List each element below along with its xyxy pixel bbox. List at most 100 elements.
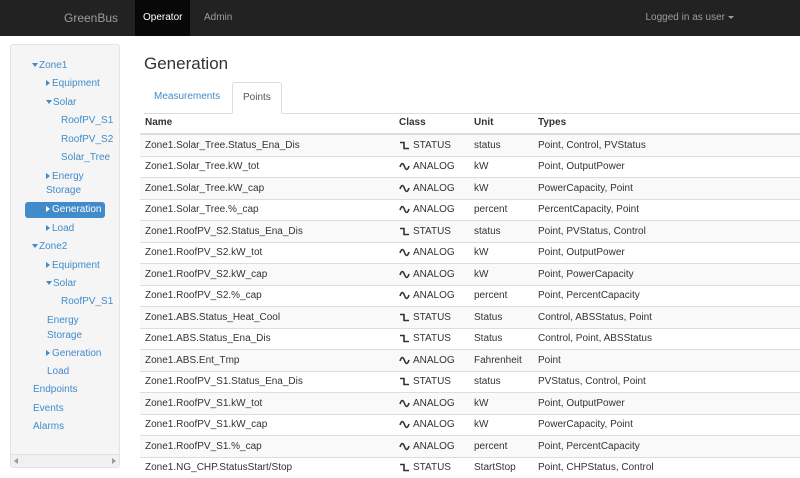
tree-item-load-zone2[interactable]: Load xyxy=(47,366,69,378)
caret-right-icon xyxy=(46,206,50,213)
tree-item-roofpv-s1[interactable]: RoofPV_S1 xyxy=(61,115,113,127)
table-row[interactable]: Zone1.RoofPV_S2.kW_tot ANALOG kW Point, Out… xyxy=(140,241,800,264)
cell-types: Point, OutputPower xyxy=(533,155,800,178)
cell-unit: kW xyxy=(469,392,533,414)
scroll-left-icon[interactable] xyxy=(14,458,18,464)
scroll-right-icon[interactable] xyxy=(112,458,116,464)
table-row[interactable]: Zone1.RoofPV_S1.Status_Ena_Dis STATUS stat… xyxy=(140,370,800,393)
tree-item-generation-zone2[interactable]: Generation xyxy=(46,348,101,360)
cell-class-label: ANALOG xyxy=(413,268,455,280)
table-row[interactable]: Zone1.ABS.Ent_Tmp ANALOG Fahrenheit Point xyxy=(140,349,800,371)
tree-item-zone2[interactable]: Zone2 xyxy=(32,241,67,253)
tree-item-solar-zone2[interactable]: Solar xyxy=(46,278,76,290)
caret-right-icon xyxy=(46,173,50,180)
status-step-icon xyxy=(399,227,410,236)
cell-unit: status xyxy=(469,133,533,156)
sidebar-horizontal-scrollbar[interactable] xyxy=(11,454,119,467)
cell-types: Point, PercentCapacity xyxy=(533,435,800,457)
tree-item-events[interactable]: Events xyxy=(33,403,64,415)
cell-name: Zone1.RoofPV_S1.Status_Ena_Dis xyxy=(140,370,394,393)
tab-points[interactable]: Points xyxy=(232,82,282,114)
status-step-icon xyxy=(399,313,410,322)
cell-class-label: STATUS xyxy=(413,376,451,388)
cell-class: STATUS xyxy=(394,220,469,242)
cell-name: Zone1.RoofPV_S2.%_cap xyxy=(140,284,394,307)
cell-class: ANALOG xyxy=(394,392,469,414)
cell-types: Point, PercentCapacity xyxy=(533,284,800,307)
tree-item-energy-storage-line2[interactable]: Storage xyxy=(46,185,81,197)
cell-unit: kW xyxy=(469,263,533,285)
tab-measurements[interactable]: Measurements xyxy=(144,82,230,112)
tree-item-roofpv-s2[interactable]: RoofPV_S2 xyxy=(61,134,113,146)
table-row[interactable]: Zone1.ABS.Status_Ena_Dis STATUS Status Cont… xyxy=(140,327,800,350)
cell-class: ANALOG xyxy=(394,198,469,221)
cell-unit: status xyxy=(469,220,533,242)
table-row[interactable]: Zone1.RoofPV_S1.kW_tot ANALOG kW Point, Out… xyxy=(140,392,800,414)
cell-name: Zone1.Solar_Tree.Status_Ena_Dis xyxy=(140,133,394,156)
nav-tab-admin[interactable]: Admin xyxy=(196,0,240,36)
analog-wave-icon xyxy=(399,442,410,451)
table-row[interactable]: Zone1.NG_CHP.StatusStart/Stop STATUS Start… xyxy=(140,456,800,478)
cell-name: Zone1.Solar_Tree.kW_tot xyxy=(140,155,394,178)
table-row[interactable]: Zone1.Solar_Tree.kW_cap ANALOG kW PowerCapa… xyxy=(140,177,800,199)
table-row[interactable]: Zone1.RoofPV_S2.kW_cap ANALOG kW Point, Pow… xyxy=(140,263,800,285)
table-row[interactable]: Zone1.ABS.Status_Heat_Cool STATUS Status Co… xyxy=(140,306,800,328)
cell-unit: status xyxy=(469,370,533,393)
table-row[interactable]: Zone1.RoofPV_S1.kW_cap ANALOG kW PowerCapac… xyxy=(140,413,800,436)
cell-class-label: ANALOG xyxy=(413,204,455,216)
tree-item-zone1[interactable]: Zone1 xyxy=(32,60,67,72)
cell-name: Zone1.RoofPV_S1.%_cap xyxy=(140,435,394,457)
caret-down-icon xyxy=(32,63,38,68)
user-menu-label: Logged in as user xyxy=(645,12,725,23)
column-header-types[interactable]: Types xyxy=(533,112,800,135)
table-row[interactable]: Zone1.RoofPV_S1.%_cap ANALOG percent Point,… xyxy=(140,435,800,457)
cell-class: STATUS xyxy=(394,306,469,328)
tree-item-energy-storage-zone2-line2[interactable]: Storage xyxy=(47,330,82,342)
tree-item-roofpv-s1-zone2[interactable]: RoofPV_S1 xyxy=(61,296,113,308)
tree-item-load[interactable]: Load xyxy=(46,223,74,235)
cell-class-label: ANALOG xyxy=(413,247,455,259)
table-row[interactable]: Zone1.Solar_Tree.Status_Ena_Dis STATUS sta… xyxy=(140,133,800,156)
table-row[interactable]: Zone1.Solar_Tree.%_cap ANALOG percent Perce… xyxy=(140,198,800,221)
brand-logo[interactable]: GreenBus xyxy=(64,0,118,36)
cell-name: Zone1.ABS.Ent_Tmp xyxy=(140,349,394,371)
tree-item-alarms[interactable]: Alarms xyxy=(33,421,64,433)
cell-unit: percent xyxy=(469,284,533,307)
table-row[interactable]: Zone1.RoofPV_S2.%_cap ANALOG percent Point,… xyxy=(140,284,800,307)
column-header-class[interactable]: Class xyxy=(394,112,469,135)
cell-unit: percent xyxy=(469,198,533,221)
cell-types: Point, CHPStatus, Control xyxy=(533,456,800,478)
column-header-unit[interactable]: Unit xyxy=(469,112,533,135)
table-row[interactable]: Zone1.RoofPV_S2.Status_Ena_Dis STATUS stat… xyxy=(140,220,800,242)
tree-item-equipment[interactable]: Equipment xyxy=(46,78,100,90)
tree-item-equipment-zone2[interactable]: Equipment xyxy=(46,260,100,272)
cell-class: ANALOG xyxy=(394,241,469,264)
tree-item-energy-storage-zone2[interactable]: Energy xyxy=(47,315,79,327)
user-menu[interactable]: Logged in as user xyxy=(645,0,734,36)
sidebar-tree: Zone1 Equipment Solar RoofPV_S1 RoofPV_S… xyxy=(10,44,120,468)
top-navbar: GreenBus Operator Admin Logged in as use… xyxy=(0,0,800,36)
tree-item-solar[interactable]: Solar xyxy=(46,97,76,109)
nav-tab-operator[interactable]: Operator xyxy=(135,0,191,36)
analog-wave-icon xyxy=(399,291,410,300)
tree-item-generation[interactable]: Generation xyxy=(25,202,106,218)
cell-class: ANALOG xyxy=(394,263,469,285)
analog-wave-icon xyxy=(399,356,410,365)
tree-item-energy-storage[interactable]: Energy xyxy=(46,171,84,183)
table-row[interactable]: Zone1.Solar_Tree.kW_tot ANALOG kW Point, Ou… xyxy=(140,155,800,178)
column-header-name[interactable]: Name xyxy=(140,112,394,135)
cell-types: Point, OutputPower xyxy=(533,241,800,264)
cell-name: Zone1.Solar_Tree.kW_cap xyxy=(140,177,394,199)
cell-class-label: ANALOG xyxy=(413,290,455,302)
cell-class-label: STATUS xyxy=(413,333,451,345)
caret-down-icon xyxy=(728,15,734,19)
tree-item-solar-tree[interactable]: Solar_Tree xyxy=(61,152,110,164)
cell-name: Zone1.RoofPV_S2.kW_tot xyxy=(140,241,394,264)
cell-class: ANALOG xyxy=(394,284,469,307)
caret-down-icon xyxy=(32,244,38,249)
analog-wave-icon xyxy=(399,162,410,171)
tree-item-endpoints[interactable]: Endpoints xyxy=(33,384,77,396)
points-table: Name Class Unit Types Zone1.Solar_Tree.S… xyxy=(140,112,800,478)
caret-right-icon xyxy=(46,225,50,232)
cell-name: Zone1.RoofPV_S1.kW_tot xyxy=(140,392,394,414)
